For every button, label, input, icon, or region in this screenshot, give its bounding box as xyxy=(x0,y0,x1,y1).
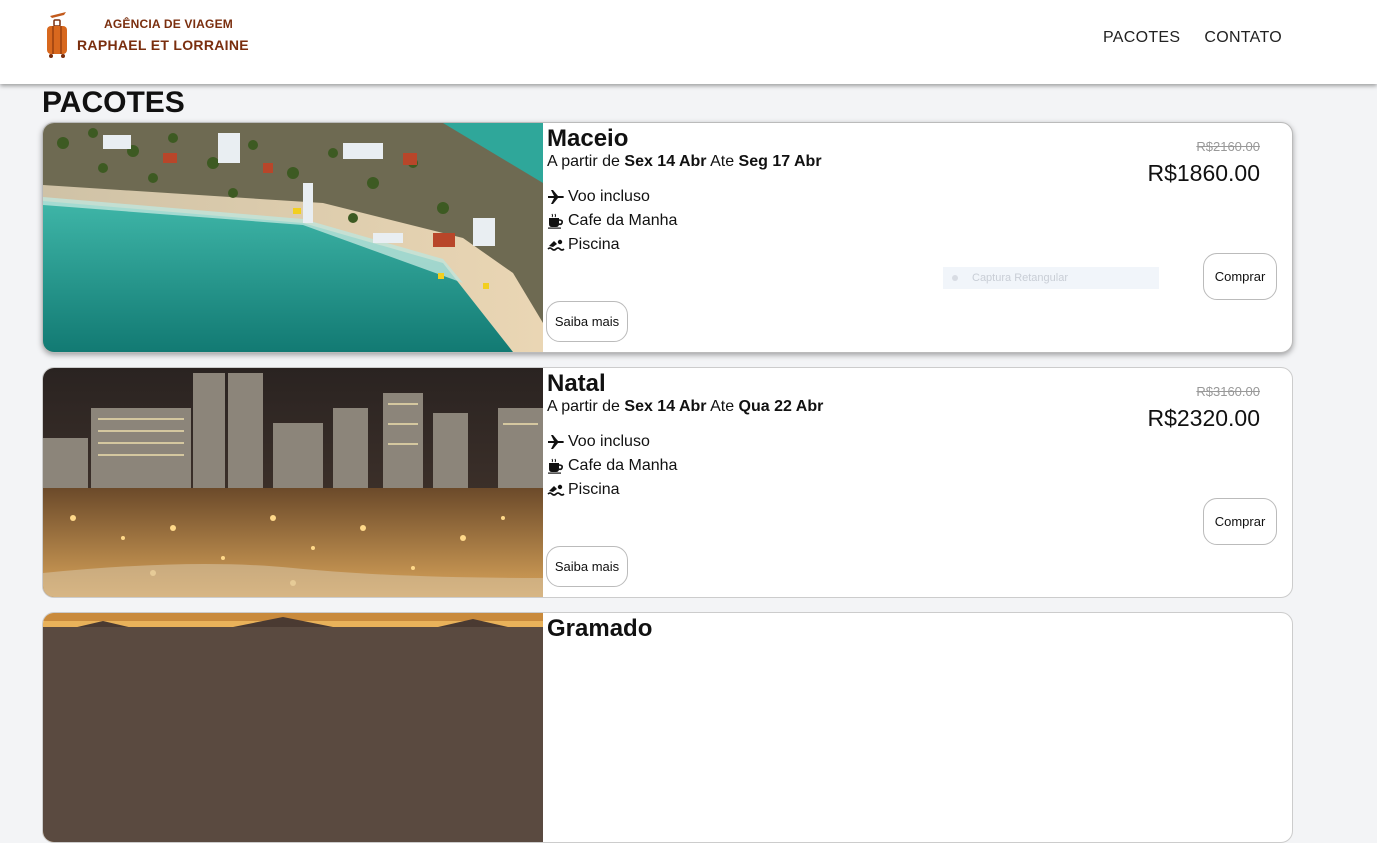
date-prefix: A partir de xyxy=(547,153,620,170)
main-nav: PACOTES CONTATO xyxy=(1103,29,1282,47)
feature-label: Cafe da Manha xyxy=(568,212,678,229)
package-title: Natal xyxy=(547,370,606,397)
package-card-maceio: Maceio A partir de Sex 14 Abr Ate Seg 17… xyxy=(42,122,1293,353)
nav-link-contato[interactable]: CONTATO xyxy=(1204,29,1282,47)
price: R$1860.00 xyxy=(1147,160,1260,186)
brand-tagline: AGÊNCIA DE VIAGEM xyxy=(104,17,233,31)
feature-label: Piscina xyxy=(568,481,620,498)
old-price: R$3160.00 xyxy=(1196,384,1260,399)
capture-dot-icon xyxy=(952,275,958,281)
airplane-icon xyxy=(548,435,564,449)
city-night-photo xyxy=(43,368,543,597)
learn-more-button[interactable]: Saiba mais xyxy=(546,546,628,587)
old-price: R$2160.00 xyxy=(1196,139,1260,154)
learn-more-button[interactable]: Saiba mais xyxy=(546,301,628,342)
feature-list: Voo incluso Cafe da Manha Piscina xyxy=(547,430,677,502)
package-title: Maceio xyxy=(547,125,629,152)
page-title: PACOTES xyxy=(42,86,185,119)
coffee-icon xyxy=(548,213,563,229)
feature-item: Voo incluso xyxy=(547,185,677,209)
date-separator: Ate xyxy=(710,398,735,415)
buy-button[interactable]: Comprar xyxy=(1203,253,1277,300)
feature-label: Voo incluso xyxy=(568,188,650,205)
price: R$2320.00 xyxy=(1147,405,1260,431)
mountain-town-photo xyxy=(43,613,543,842)
nav-link-pacotes[interactable]: PACOTES xyxy=(1103,29,1180,47)
end-date: Qua 22 Abr xyxy=(738,398,824,415)
screen-capture-hint: Captura Retangular xyxy=(943,267,1159,289)
package-title: Gramado xyxy=(547,615,653,642)
beach-aerial-photo xyxy=(43,123,543,352)
start-date: Sex 14 Abr xyxy=(624,153,707,170)
package-card-natal: Natal A partir de Sex 14 Abr Ate Qua 22 … xyxy=(42,367,1293,598)
feature-label: Voo incluso xyxy=(568,433,650,450)
package-dates: A partir de Sex 14 Abr Ate Qua 22 Abr xyxy=(547,398,823,416)
swimmer-icon xyxy=(547,239,565,251)
date-prefix: A partir de xyxy=(547,398,620,415)
capture-hint-label: Captura Retangular xyxy=(972,272,1069,284)
end-date: Seg 17 Abr xyxy=(738,153,822,170)
feature-item: Piscina xyxy=(547,233,677,257)
swimmer-icon xyxy=(547,484,565,496)
feature-item: Piscina xyxy=(547,478,677,502)
feature-item: Cafe da Manha xyxy=(547,454,677,478)
top-navbar: AGÊNCIA DE VIAGEM RAPHAEL ET LORRAINE PA… xyxy=(0,0,1377,84)
start-date: Sex 14 Abr xyxy=(624,398,707,415)
airplane-icon xyxy=(548,190,564,204)
package-card-gramado: Gramado xyxy=(42,612,1293,843)
date-separator: Ate xyxy=(710,153,735,170)
package-dates: A partir de Sex 14 Abr Ate Seg 17 Abr xyxy=(547,153,822,171)
suitcase-airplane-logo-icon xyxy=(47,12,67,58)
feature-item: Cafe da Manha xyxy=(547,209,677,233)
feature-list: Voo incluso Cafe da Manha Piscina xyxy=(547,185,677,257)
feature-item: Voo incluso xyxy=(547,430,677,454)
brand-logo[interactable]: AGÊNCIA DE VIAGEM RAPHAEL ET LORRAINE xyxy=(44,10,249,60)
buy-button[interactable]: Comprar xyxy=(1203,498,1277,545)
feature-label: Cafe da Manha xyxy=(568,457,678,474)
feature-label: Piscina xyxy=(568,236,620,253)
brand-name: RAPHAEL ET LORRAINE xyxy=(77,37,249,53)
coffee-icon xyxy=(548,458,563,474)
